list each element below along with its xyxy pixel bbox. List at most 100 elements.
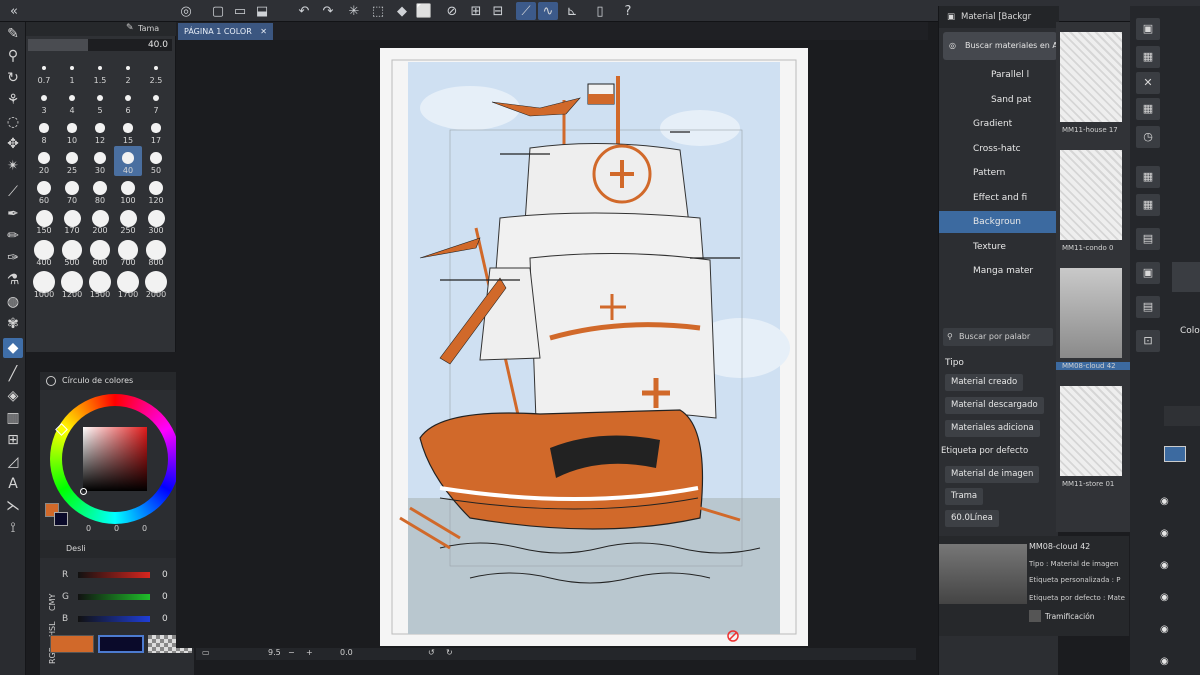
material-thumbnail[interactable] — [1060, 386, 1122, 476]
brush-size-option[interactable]: 400 — [30, 238, 58, 268]
channel-slider[interactable] — [78, 572, 150, 578]
undo-icon[interactable]: ↶ — [294, 2, 314, 20]
frame-icon[interactable]: ⊞ — [3, 430, 23, 450]
tag-chip[interactable]: Trama — [945, 488, 984, 505]
layer-visibility-icon[interactable]: ◉ — [1160, 656, 1169, 667]
grid-icon[interactable]: ⊞ — [466, 2, 486, 20]
blend-icon[interactable]: ◍ — [3, 292, 23, 312]
layer-visibility-icon[interactable]: ◉ — [1160, 560, 1169, 571]
material-thumbnail[interactable] — [1060, 150, 1122, 240]
layer-panel-icon[interactable]: ▦ — [1136, 166, 1160, 188]
channel-value[interactable]: 0 — [162, 570, 168, 580]
brush-size-option[interactable]: 1 — [58, 56, 86, 86]
brush-size-option[interactable]: 30 — [86, 146, 114, 176]
brush-size-option[interactable]: 2000 — [142, 270, 170, 300]
channel-slider[interactable] — [78, 616, 150, 622]
brush-size-option[interactable]: 10 — [58, 116, 86, 146]
brush-size-option[interactable]: 120 — [142, 176, 170, 206]
snap-ruler-icon[interactable]: ⟋ — [516, 2, 536, 20]
open-folder-icon[interactable]: ▭ — [230, 2, 250, 20]
tipo-chip[interactable]: Material descargado — [945, 397, 1044, 414]
tab-pagina-1-color[interactable]: PÁGINA 1 COLOR ✕ — [178, 23, 273, 40]
brush-size-option[interactable]: 25 — [58, 146, 86, 176]
ruler-icon[interactable]: ⊘ — [442, 2, 462, 20]
brush-size-option[interactable]: 5 — [86, 86, 114, 116]
lasso-icon[interactable]: ◌ — [3, 112, 23, 132]
brush-size-option[interactable]: 170 — [58, 206, 86, 236]
tipo-chip[interactable]: Material creado — [945, 374, 1024, 391]
brush-size-option[interactable]: 8 — [30, 116, 58, 146]
material-tree-item[interactable]: Effect and fi — [939, 187, 1059, 209]
channel-value[interactable]: 0 — [162, 592, 168, 602]
canvas-page[interactable] — [380, 48, 808, 646]
main-color-swatch[interactable] — [50, 635, 94, 653]
brush-size-option[interactable]: 300 — [142, 206, 170, 236]
sub-tool-icon[interactable]: ▣ — [1136, 262, 1160, 284]
brush-size-option[interactable]: 100 — [114, 176, 142, 206]
crop-icon[interactable]: ⬜ — [414, 2, 434, 20]
fill-bucket-icon[interactable]: ◈ — [3, 386, 23, 406]
figure-icon[interactable]: ╱ — [3, 364, 23, 384]
perspective-icon[interactable]: ⊟ — [488, 2, 508, 20]
rotate-left-icon[interactable]: ↺ — [428, 648, 435, 657]
brush-size-option[interactable]: 600 — [86, 238, 114, 268]
slider-tab-label[interactable]: Desli — [66, 544, 86, 553]
magic-wand-icon[interactable]: ✴ — [3, 156, 23, 176]
eyedropper-icon[interactable]: ⟋ — [3, 182, 23, 202]
brush-size-option[interactable]: 60 — [30, 176, 58, 206]
material-tree-item[interactable]: Manga mater — [939, 260, 1059, 282]
sub-color-swatch[interactable] — [98, 635, 144, 653]
channel-slider[interactable] — [78, 594, 150, 600]
brush-size-option[interactable]: 1700 — [114, 270, 142, 300]
brush-size-option[interactable]: 1500 — [86, 270, 114, 300]
pencil-icon[interactable]: ✏ — [3, 226, 23, 246]
brush-size-option[interactable]: 1000 — [30, 270, 58, 300]
tag-chip[interactable]: Material de imagen — [945, 466, 1040, 483]
material-panel-icon[interactable]: ▦ — [1136, 194, 1160, 216]
brush-size-option[interactable]: 15 — [114, 116, 142, 146]
material-thumbnail[interactable] — [1060, 32, 1122, 122]
tab-close-icon[interactable]: ✕ — [260, 27, 267, 36]
object-select-icon[interactable]: ⚘ — [3, 90, 23, 110]
device-icon[interactable]: ▯ — [590, 2, 610, 20]
redo-icon[interactable]: ↷ — [318, 2, 338, 20]
new-file-icon[interactable]: ▢ — [208, 2, 228, 20]
brush-size-slider[interactable]: 40.0 — [28, 39, 172, 51]
material-search-input[interactable]: ⚲ Buscar por palabr — [943, 328, 1053, 346]
material-tree-item[interactable]: Pattern — [939, 162, 1059, 184]
airbrush-icon[interactable]: ⚗ — [3, 270, 23, 290]
brush-size-option[interactable]: 1.5 — [86, 56, 114, 86]
sv-picker-handle[interactable] — [80, 488, 87, 495]
eraser-icon[interactable]: ◆ — [3, 338, 23, 358]
timeline-icon[interactable]: ▤ — [1136, 296, 1160, 318]
brush-icon[interactable]: ✑ — [3, 248, 23, 268]
grid-panel-icon[interactable]: ▦ — [1136, 46, 1160, 68]
decoration-icon[interactable]: ✾ — [3, 314, 23, 334]
zoom-in-icon[interactable]: + — [306, 648, 313, 657]
loading-icon[interactable]: ✳ — [344, 2, 364, 20]
tone-icon[interactable]: ▦ — [1136, 98, 1160, 120]
brush-size-option[interactable]: 200 — [86, 206, 114, 236]
navigator-icon[interactable]: ▭ — [202, 648, 210, 657]
close-x-icon[interactable]: ✕ — [1136, 72, 1160, 94]
channel-value[interactable]: 0 — [162, 614, 168, 624]
material-thumbnail[interactable] — [1060, 268, 1122, 358]
material-tree-item[interactable]: Backgroun — [939, 211, 1059, 233]
zoom-icon[interactable]: ⚲ — [3, 46, 23, 66]
color-set-preview[interactable] — [1172, 262, 1200, 292]
sub-color-mini[interactable] — [54, 512, 68, 526]
brush-size-option[interactable]: 80 — [86, 176, 114, 206]
brush-size-option[interactable]: 1200 — [58, 270, 86, 300]
mode-cmy-tab[interactable]: CMY — [48, 594, 57, 611]
save-icon[interactable]: ⬓ — [252, 2, 272, 20]
zoom-value[interactable]: 9.5 — [268, 648, 281, 657]
material-tree-item[interactable]: Texture — [939, 236, 1059, 258]
material-tree-item[interactable]: Sand pat — [939, 89, 1059, 111]
layer-visibility-icon[interactable]: ◉ — [1160, 624, 1169, 635]
layer-visibility-icon[interactable]: ◉ — [1160, 496, 1169, 507]
brush-size-option[interactable]: 50 — [142, 146, 170, 176]
layer-mode-button[interactable] — [1164, 446, 1186, 462]
fill-icon[interactable]: ◆ — [392, 2, 412, 20]
ruler-tool-icon[interactable]: ◿ — [3, 452, 23, 472]
brush-size-option[interactable]: 17 — [142, 116, 170, 146]
